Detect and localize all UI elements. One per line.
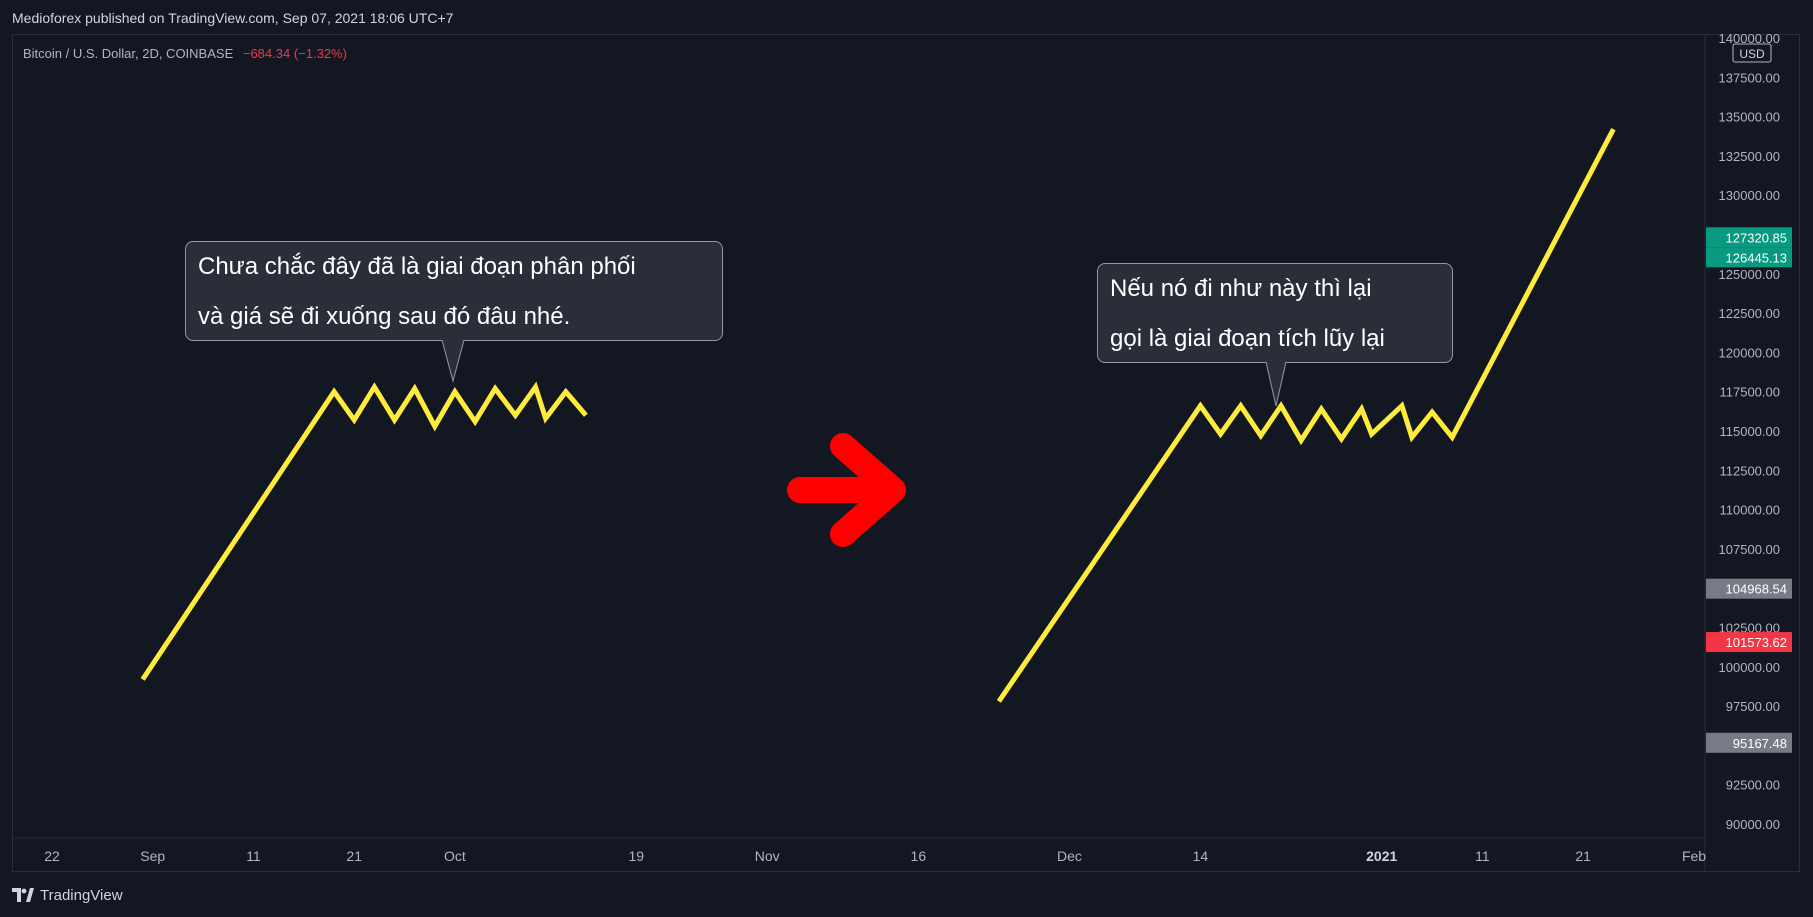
callout-line: Chưa chắc đây đã là giai đoạn phân phối bbox=[198, 253, 636, 280]
x-tick-label: Nov bbox=[755, 848, 780, 864]
y-tick-label: 130000.00 bbox=[1719, 188, 1780, 203]
x-tick-label: 11 bbox=[1475, 848, 1490, 864]
price-badge-label: 127320.85 bbox=[1726, 230, 1787, 245]
x-tick-label: 14 bbox=[1193, 848, 1209, 864]
y-tick-label: 122500.00 bbox=[1719, 306, 1780, 321]
chart-canvas[interactable]: 140000.00137500.00135000.00132500.001300… bbox=[0, 0, 1813, 917]
y-tick-label: 125000.00 bbox=[1719, 267, 1780, 282]
y-tick-label: 90000.00 bbox=[1726, 817, 1780, 832]
series-line-1[interactable] bbox=[140, 381, 588, 681]
y-tick-label: 137500.00 bbox=[1719, 70, 1780, 85]
x-tick-label: 21 bbox=[346, 848, 362, 864]
price-badge-label: 95167.48 bbox=[1733, 736, 1787, 751]
price-badge-label: 126445.13 bbox=[1726, 250, 1787, 265]
x-tick-label: Sep bbox=[140, 848, 165, 864]
y-tick-label: 117500.00 bbox=[1720, 385, 1781, 400]
x-tick-label: Feb bbox=[1682, 848, 1706, 864]
series-layer bbox=[140, 128, 1616, 703]
y-tick-label: 115000.00 bbox=[1720, 424, 1781, 439]
price-badge-label: 104968.54 bbox=[1726, 582, 1787, 597]
footer: TradingView bbox=[12, 884, 123, 906]
callout-line: và giá sẽ đi xuống sau đó đâu nhé. bbox=[198, 303, 571, 330]
price-badge-label: 101573.62 bbox=[1726, 635, 1787, 650]
symbol-name: Bitcoin / U.S. Dollar, 2D, COINBASE bbox=[23, 46, 234, 61]
x-tick-label: 11 bbox=[246, 848, 261, 864]
time-axis: 22 Sep 11 21 Oct 19 Nov 16 Dec 14 2021 11 21 Feb bbox=[12, 837, 1706, 864]
y-tick-label: 132500.00 bbox=[1719, 149, 1780, 164]
symbol-change: −684.34 (−1.32%) bbox=[242, 46, 347, 61]
y-tick-label: 120000.00 bbox=[1719, 345, 1780, 360]
y-unit-label: USD bbox=[1739, 47, 1765, 61]
callout-line: Nếu nó đi như này thì lại bbox=[1110, 275, 1372, 302]
x-tick-label: 22 bbox=[44, 848, 60, 864]
x-tick-label: 16 bbox=[911, 848, 927, 864]
y-tick-label: 100000.00 bbox=[1719, 660, 1780, 675]
x-tick-label: 2021 bbox=[1366, 848, 1397, 864]
tradingview-logo-icon bbox=[12, 888, 34, 902]
series-line-2[interactable] bbox=[996, 128, 1616, 703]
y-tick-label: 92500.00 bbox=[1726, 778, 1780, 793]
drawings bbox=[787, 433, 906, 547]
y-tick-label: 97500.00 bbox=[1726, 699, 1780, 714]
footer-brand: TradingView bbox=[40, 886, 123, 904]
y-tick-label: 135000.00 bbox=[1719, 110, 1780, 125]
y-tick-label: 112500.00 bbox=[1720, 463, 1781, 478]
callout-distribution[interactable]: Chưa chắc đây đã là giai đoạn phân phối … bbox=[185, 241, 723, 341]
red-arrow-icon[interactable] bbox=[787, 433, 906, 547]
y-tick-label: 107500.00 bbox=[1719, 542, 1780, 557]
callout-line: gọi là giai đoạn tích lũy lại bbox=[1110, 325, 1385, 352]
x-tick-label: Oct bbox=[444, 848, 466, 864]
x-tick-label: Dec bbox=[1057, 848, 1082, 864]
callout-accumulation[interactable]: Nếu nó đi như này thì lại gọi là giai đo… bbox=[1097, 263, 1453, 363]
symbol-info: Bitcoin / U.S. Dollar, 2D, COINBASE −684… bbox=[23, 46, 347, 61]
y-tick-label: 110000.00 bbox=[1720, 503, 1781, 518]
x-tick-label: 21 bbox=[1575, 848, 1591, 864]
x-tick-label: 19 bbox=[628, 848, 644, 864]
